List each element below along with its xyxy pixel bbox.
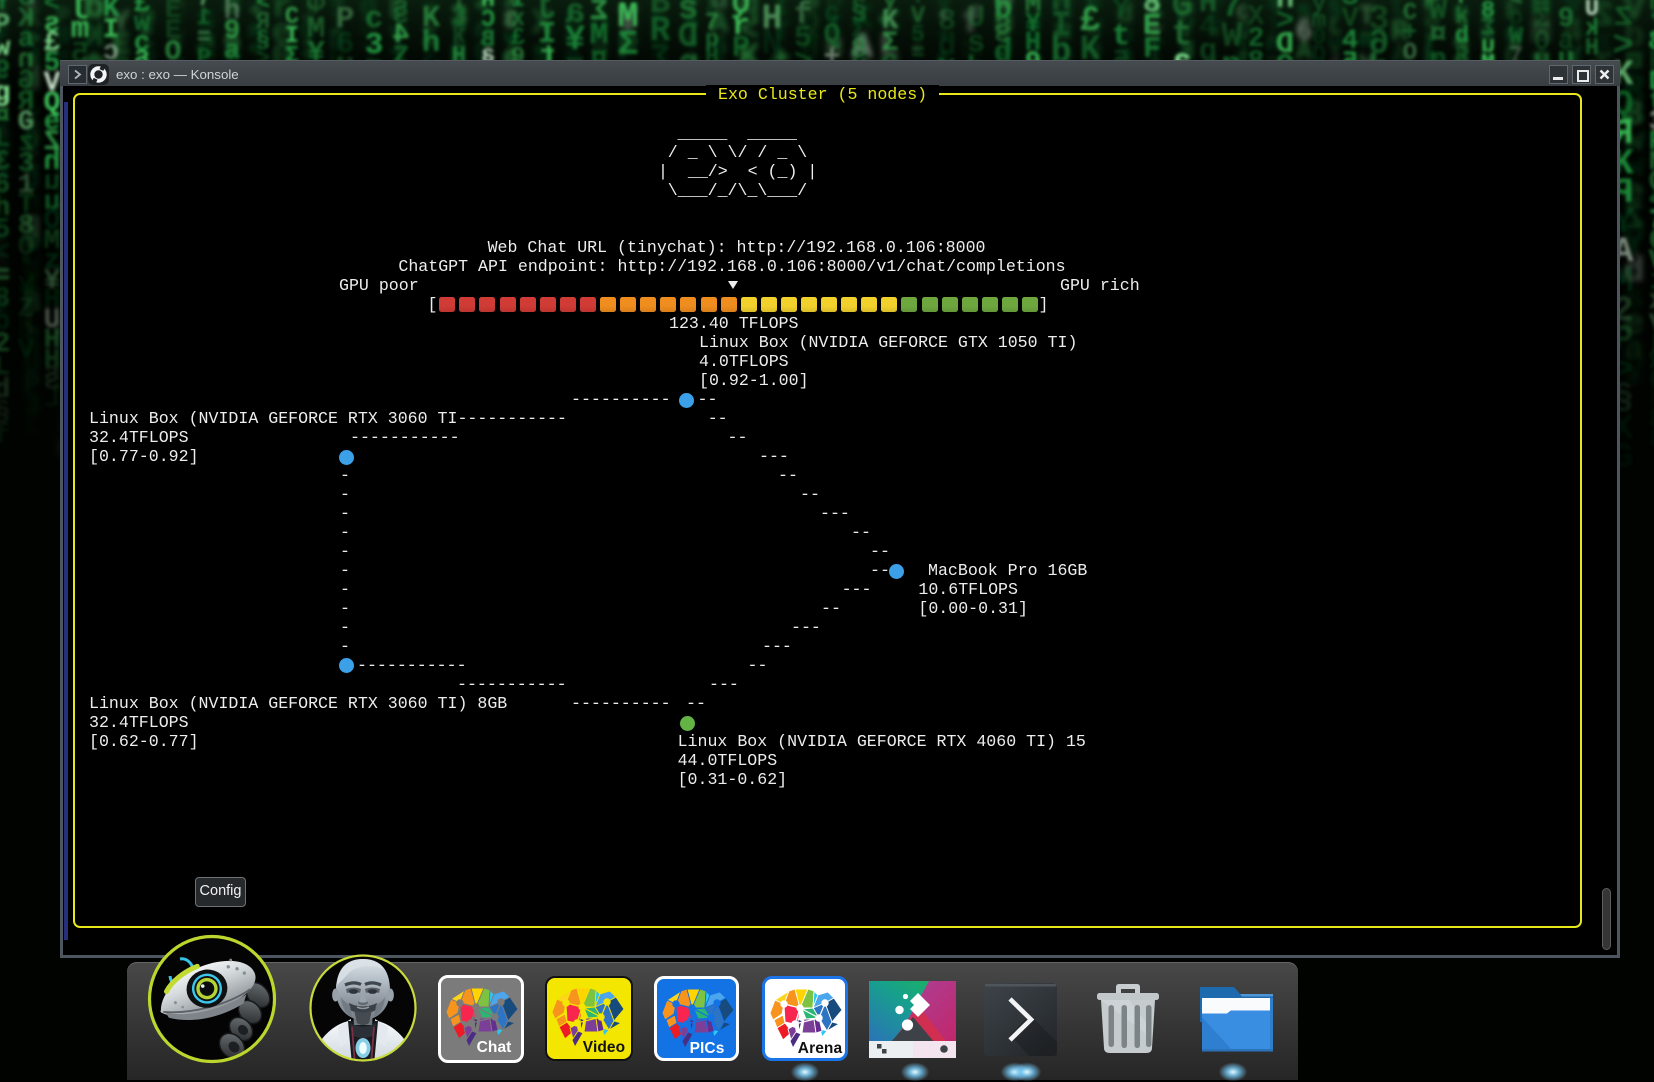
svg-text:8: 8	[1649, 425, 1654, 456]
svg-text:L: L	[44, 384, 61, 415]
svg-text:£: £	[24, 411, 41, 442]
svg-text:f: f	[0, 421, 10, 452]
svg-text:V: V	[18, 335, 35, 366]
